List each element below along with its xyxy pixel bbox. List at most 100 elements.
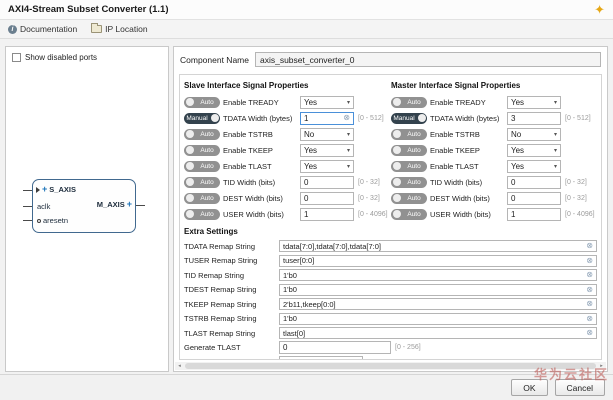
- chevron-down-icon: ▾: [356, 359, 359, 360]
- slave-tready-auto-toggle[interactable]: Auto: [184, 97, 220, 108]
- tid-remap-row: TID Remap String1'b0⊗: [184, 268, 597, 283]
- horizontal-scrollbar[interactable]: ◂ ▸: [175, 362, 606, 370]
- prop-label: Enable TSTRB: [430, 130, 504, 139]
- slave-enable-tstrb-select[interactable]: No▾: [300, 128, 354, 141]
- clear-icon[interactable]: ⊗: [343, 114, 350, 122]
- slave-tid-width-row: AutoTID Width (bits)0[0 - 32]: [184, 174, 391, 190]
- master-tlast-auto-toggle[interactable]: Auto: [391, 161, 427, 172]
- field-label: TID Remap String: [184, 271, 279, 280]
- master-enable-tstrb-row: AutoEnable TSTRBNo▾: [391, 126, 598, 142]
- tkeep-remap-input[interactable]: 2'b11,tkeep[0:0]⊗: [279, 298, 597, 310]
- field-label: Enable ACLKEN: [184, 358, 279, 360]
- port-m-axis[interactable]: M_AXIS +: [97, 200, 132, 209]
- prop-label: USER Width (bits): [223, 210, 297, 219]
- slave-tdata-width-row: ManualTDATA Width (bytes)1⊗[0 - 512]: [184, 110, 391, 126]
- slave-user-auto-toggle[interactable]: Auto: [184, 209, 220, 220]
- prop-label: TID Width (bits): [430, 178, 504, 187]
- enable-aclken-select[interactable]: No▾: [279, 356, 363, 360]
- tuser-remap-input[interactable]: tuser[0:0]⊗: [279, 255, 597, 267]
- show-disabled-ports-checkbox[interactable]: [12, 53, 21, 62]
- master-tid-auto-toggle[interactable]: Auto: [391, 177, 427, 188]
- toggle-knob: [186, 194, 194, 202]
- chevron-down-icon: ▾: [554, 99, 557, 106]
- clear-icon[interactable]: ⊗: [586, 300, 593, 308]
- slave-enable-tlast-select[interactable]: Yes▾: [300, 160, 354, 173]
- port-s-axis[interactable]: + S_AXIS: [36, 185, 76, 194]
- master-tstrb-auto-toggle[interactable]: Auto: [391, 129, 427, 140]
- master-user-width-input[interactable]: 1: [507, 208, 561, 221]
- generate-tlast-input[interactable]: 0: [279, 341, 391, 354]
- master-user-auto-toggle[interactable]: Auto: [391, 209, 427, 220]
- prop-label: Enable TREADY: [223, 98, 297, 107]
- slave-dest-width-input[interactable]: 0: [300, 192, 354, 205]
- range-hint: [0 - 512]: [358, 115, 384, 122]
- component-name-input[interactable]: axis_subset_converter_0: [255, 52, 601, 67]
- master-tid-width-input[interactable]: 0: [507, 176, 561, 189]
- scroll-right-icon[interactable]: ▸: [597, 363, 606, 369]
- master-enable-tstrb-select[interactable]: No▾: [507, 128, 561, 141]
- range-hint: [0 - 4096]: [358, 211, 388, 218]
- ip-location-button[interactable]: IP Location: [91, 24, 147, 34]
- slave-dest-auto-toggle[interactable]: Auto: [184, 193, 220, 204]
- slave-enable-tready-row: AutoEnable TREADYYes▾: [184, 94, 391, 110]
- master-tkeep-auto-toggle[interactable]: Auto: [391, 145, 427, 156]
- prop-label: Enable TLAST: [430, 162, 504, 171]
- port-aresetn[interactable]: aresetn: [37, 216, 68, 225]
- slave-enable-tready-select[interactable]: Yes▾: [300, 96, 354, 109]
- scroll-left-icon[interactable]: ◂: [175, 363, 184, 369]
- clear-icon[interactable]: ⊗: [586, 315, 593, 323]
- range-hint: [0 - 32]: [565, 179, 587, 186]
- documentation-label: Documentation: [20, 24, 77, 34]
- master-tready-auto-toggle[interactable]: Auto: [391, 97, 427, 108]
- clear-icon[interactable]: ⊗: [586, 329, 593, 337]
- clear-icon[interactable]: ⊗: [586, 242, 593, 250]
- scrollbar-thumb[interactable]: [185, 363, 596, 369]
- prop-label: Enable TREADY: [430, 98, 504, 107]
- master-enable-tkeep-select[interactable]: Yes▾: [507, 144, 561, 157]
- slave-tstrb-auto-toggle[interactable]: Auto: [184, 129, 220, 140]
- tdest-remap-input[interactable]: 1'b0⊗: [279, 284, 597, 296]
- tdata-remap-row: TDATA Remap Stringtdata[7:0],tdata[7:0],…: [184, 239, 597, 254]
- toolbar: i Documentation IP Location: [0, 20, 613, 39]
- port-label: S_AXIS: [49, 185, 76, 194]
- tlast-remap-input[interactable]: tlast[0]⊗: [279, 327, 597, 339]
- slave-tdata-manual-toggle[interactable]: Manual: [184, 113, 220, 124]
- cancel-button[interactable]: Cancel: [555, 379, 605, 396]
- toggle-knob: [186, 146, 194, 154]
- slave-tid-width-input[interactable]: 0: [300, 176, 354, 189]
- tid-remap-input[interactable]: 1'b0⊗: [279, 269, 597, 281]
- slave-tdata-width-input[interactable]: 1⊗: [300, 112, 354, 125]
- master-tdata-manual-toggle[interactable]: Manual: [391, 113, 427, 124]
- documentation-button[interactable]: i Documentation: [8, 24, 77, 34]
- master-tdata-width-input[interactable]: 3: [507, 112, 561, 125]
- clear-icon[interactable]: ⊗: [586, 257, 593, 265]
- tdata-remap-input[interactable]: tdata[7:0],tdata[7:0],tdata[7:0]⊗: [279, 240, 597, 252]
- master-enable-tready-select[interactable]: Yes▾: [507, 96, 561, 109]
- master-enable-tlast-select[interactable]: Yes▾: [507, 160, 561, 173]
- toggle-knob: [393, 194, 401, 202]
- expand-s-axis-icon[interactable]: +: [42, 185, 47, 194]
- slave-enable-tkeep-row: AutoEnable TKEEPYes▾: [184, 142, 391, 158]
- generate-tlast-row: Generate TLAST0[0 - 256]: [184, 341, 597, 356]
- toggle-knob: [393, 162, 401, 170]
- port-aclk[interactable]: aclk: [37, 202, 50, 211]
- master-user-width-row: AutoUSER Width (bits)1[0 - 4096]: [391, 206, 598, 222]
- ok-button[interactable]: OK: [511, 379, 547, 396]
- chevron-down-icon: ▾: [347, 99, 350, 106]
- field-label: TUSER Remap String: [184, 256, 279, 265]
- master-dest-width-input[interactable]: 0: [507, 192, 561, 205]
- extra-settings-title: Extra Settings: [184, 227, 597, 236]
- ip-symbol-panel: Show disabled ports + S_AXIS aclk areset…: [5, 46, 169, 372]
- port-label: aresetn: [43, 216, 68, 225]
- slave-tlast-auto-toggle[interactable]: Auto: [184, 161, 220, 172]
- expand-m-axis-icon[interactable]: +: [127, 200, 132, 209]
- tstrb-remap-input[interactable]: 1'b0⊗: [279, 313, 597, 325]
- range-hint: [0 - 256]: [395, 344, 421, 351]
- slave-tkeep-auto-toggle[interactable]: Auto: [184, 145, 220, 156]
- slave-tid-auto-toggle[interactable]: Auto: [184, 177, 220, 188]
- master-dest-auto-toggle[interactable]: Auto: [391, 193, 427, 204]
- slave-user-width-input[interactable]: 1: [300, 208, 354, 221]
- clear-icon[interactable]: ⊗: [586, 271, 593, 279]
- slave-enable-tkeep-select[interactable]: Yes▾: [300, 144, 354, 157]
- clear-icon[interactable]: ⊗: [586, 286, 593, 294]
